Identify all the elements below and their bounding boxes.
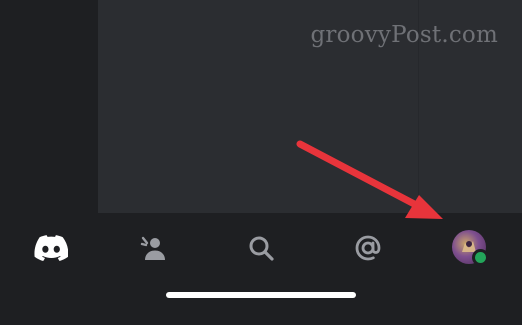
bottom-navigation-bar	[0, 213, 522, 325]
app-screen: groovyPost.com	[0, 0, 522, 325]
friends-wave-icon	[140, 236, 165, 260]
search-icon	[249, 236, 274, 261]
at-sign-icon	[355, 235, 381, 261]
discord-logo-icon	[34, 235, 68, 261]
server-sidebar	[0, 0, 98, 213]
tab-home[interactable]	[29, 230, 73, 266]
online-status-indicator	[472, 249, 489, 266]
tab-friends[interactable]	[133, 230, 177, 266]
watermark-text: groovyPost.com	[310, 22, 498, 48]
home-indicator-bar[interactable]	[166, 292, 356, 298]
tab-mentions[interactable]	[346, 230, 390, 266]
tab-search[interactable]	[239, 230, 283, 266]
tab-profile[interactable]	[452, 230, 490, 268]
